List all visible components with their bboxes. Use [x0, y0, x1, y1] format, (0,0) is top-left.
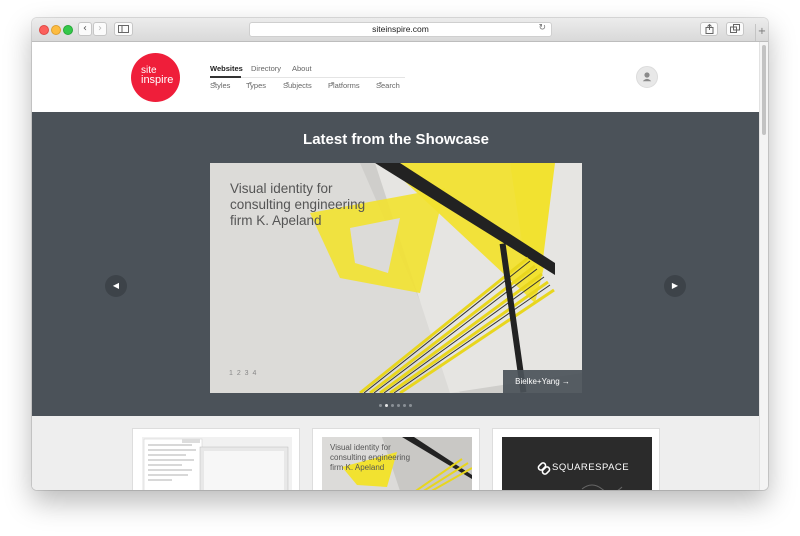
chevron-down-icon: ▼	[248, 81, 253, 87]
nav-about[interactable]: About	[292, 64, 312, 73]
title-bar: ‹ › siteinspire.com ↻ +	[32, 18, 768, 42]
plus-icon: +	[757, 26, 767, 37]
reload-icon[interactable]: ↻	[538, 23, 546, 33]
arrow-right-icon: ▶	[671, 281, 679, 290]
carousel-prev-button[interactable]: ◀	[105, 275, 127, 297]
carousel-dot[interactable]	[391, 404, 394, 407]
close-window-button[interactable]	[39, 25, 49, 35]
chevron-down-icon: ▼	[285, 81, 290, 87]
nav-directory[interactable]: Directory	[251, 64, 281, 73]
share-icon	[705, 23, 713, 34]
carousel-dot[interactable]	[403, 404, 406, 407]
user-icon	[642, 72, 652, 82]
site-thumbnail: Visual identity for consulting engineeri…	[322, 437, 472, 490]
new-tab-button[interactable]: +	[755, 24, 768, 41]
minimize-window-button[interactable]	[51, 25, 61, 35]
page-scrollbar[interactable]	[759, 42, 768, 490]
share-button[interactable]	[700, 22, 718, 36]
arrow-left-icon: ◀	[112, 281, 120, 290]
address-bar[interactable]: siteinspire.com ↻	[249, 22, 552, 37]
forward-button[interactable]: ›	[93, 22, 107, 36]
active-tab-indicator	[210, 76, 241, 78]
showcase-section: Latest from the Showcase ◀ Visual identi…	[32, 112, 760, 416]
card-brand: SQUARESPACE	[552, 462, 630, 473]
carousel-next-button[interactable]: ▶	[664, 275, 686, 297]
carousel-dot[interactable]	[397, 404, 400, 407]
url-text: siteinspire.com	[372, 24, 429, 34]
siteinspire-logo[interactable]: site inspire	[131, 53, 180, 102]
slide-credit-link[interactable]: Bielke+Yang →	[503, 370, 582, 393]
carousel-dot[interactable]	[379, 404, 382, 407]
forward-icon: ›	[98, 23, 102, 34]
tabs-icon	[730, 24, 740, 33]
carousel-dot[interactable]	[385, 404, 388, 407]
chevron-down-icon: ▼	[330, 81, 335, 87]
carousel-dot[interactable]	[409, 404, 412, 407]
user-account-button[interactable]	[636, 66, 658, 88]
scrollbar-thumb[interactable]	[762, 45, 766, 135]
showcase-title: Latest from the Showcase	[303, 131, 489, 148]
site-card-3[interactable]: SQUARESPACE	[492, 428, 660, 490]
back-icon: ‹	[83, 23, 87, 34]
logo-text-inspire: inspire	[141, 74, 174, 86]
nav-websites[interactable]: Websites	[210, 64, 243, 73]
sidebar-button[interactable]	[114, 22, 133, 36]
site-header: site inspire Websites Directory About St…	[32, 42, 760, 112]
tabs-button[interactable]	[726, 22, 744, 36]
slide-caption: Visual identity for consulting engineeri…	[230, 181, 366, 228]
chevron-down-icon: ▼	[212, 81, 217, 87]
back-button[interactable]: ‹	[78, 22, 92, 36]
site-thumbnail	[142, 437, 292, 490]
site-card-1[interactable]	[132, 428, 300, 490]
sidebar-icon	[118, 25, 129, 33]
card-caption: Visual identity for consulting engineeri…	[330, 443, 411, 472]
carousel-slide[interactable]: Visual identity for consulting engineeri…	[210, 163, 582, 393]
slide-page-numbers: 1 2 3 4	[229, 370, 258, 377]
web-page: site inspire Websites Directory About St…	[32, 42, 760, 490]
screenshot-thumbnail	[142, 437, 292, 490]
nav-divider	[210, 76, 405, 78]
sites-grid: Visual identity for consulting engineeri…	[32, 416, 760, 490]
chevron-down-icon: ▼	[378, 81, 383, 87]
browser-window: ‹ › siteinspire.com ↻ + site inspire Web…	[32, 18, 768, 490]
zoom-window-button[interactable]	[63, 25, 73, 35]
site-thumbnail: SQUARESPACE	[502, 437, 652, 490]
site-card-2[interactable]: Visual identity for consulting engineeri…	[312, 428, 480, 490]
